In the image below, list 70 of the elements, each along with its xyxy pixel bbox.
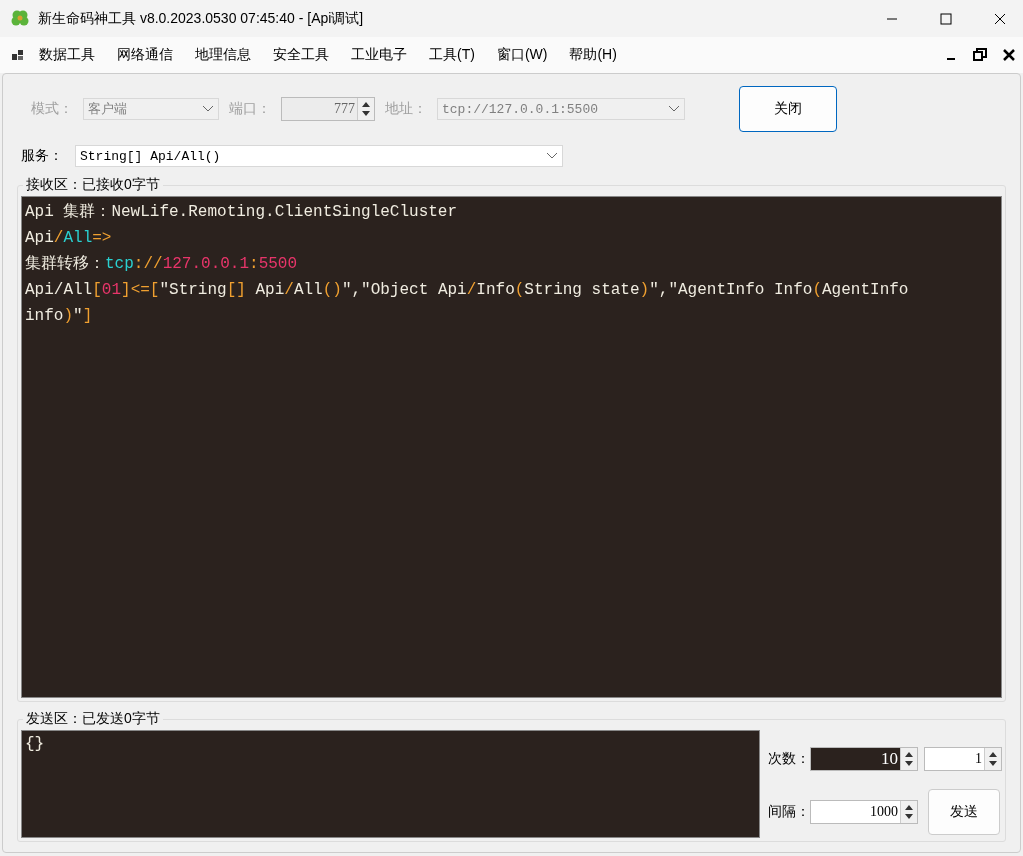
service-label: 服务： bbox=[21, 147, 63, 165]
menu-item[interactable]: 帮助(H) bbox=[558, 46, 628, 64]
log-text: : bbox=[249, 255, 259, 273]
spin-arrows-icon[interactable] bbox=[900, 801, 917, 823]
log-text: ) bbox=[639, 281, 650, 299]
log-text: ( bbox=[514, 281, 525, 299]
interval-label: 间隔： bbox=[768, 803, 810, 821]
log-text: Api bbox=[25, 229, 54, 247]
maximize-icon bbox=[940, 12, 952, 25]
spin-arrows-icon[interactable] bbox=[984, 748, 1001, 770]
count-step-spinbox[interactable]: 1 bbox=[924, 747, 1002, 771]
send-button[interactable]: 发送 bbox=[928, 789, 1000, 835]
receive-area-title: 接收区：已接收0字节 bbox=[25, 176, 161, 194]
log-text: String state bbox=[524, 281, 640, 299]
menu-item[interactable]: 窗口(W) bbox=[485, 46, 559, 64]
log-text: 01 bbox=[101, 281, 122, 299]
log-text: ] bbox=[82, 307, 93, 325]
spin-arrows-icon[interactable] bbox=[357, 98, 374, 120]
send-area-title: 发送区：已发送0字节 bbox=[25, 710, 161, 728]
mode-label: 模式： bbox=[31, 100, 73, 118]
restore-icon[interactable] bbox=[973, 48, 987, 62]
log-text: "String bbox=[159, 281, 227, 299]
log-text: / bbox=[284, 281, 294, 299]
log-text: info bbox=[25, 307, 64, 325]
log-text: ( bbox=[812, 281, 822, 299]
log-text: [ bbox=[92, 281, 102, 299]
address-label: 地址： bbox=[385, 100, 427, 118]
log-text: tcp bbox=[105, 255, 134, 273]
log-text: Api 集群：NewLife.Remoting.ClientSingleCluster bbox=[25, 203, 458, 221]
log-text: [] bbox=[226, 281, 246, 299]
log-text: Info bbox=[476, 281, 515, 299]
close-icon bbox=[994, 12, 1006, 25]
log-text: 集群转移： bbox=[25, 255, 105, 273]
log-text: 127.0.0.1 bbox=[162, 255, 250, 273]
log-text: "Object Api bbox=[361, 281, 467, 299]
log-text: AgentInfo bbox=[822, 281, 909, 299]
menu-item[interactable]: 工业电子 bbox=[340, 46, 418, 64]
log-text: :// bbox=[133, 255, 163, 273]
log-text: () bbox=[322, 281, 342, 299]
log-text: ", bbox=[649, 281, 669, 299]
log-text: ", bbox=[341, 281, 362, 299]
log-text: Api/All bbox=[25, 281, 93, 299]
log-text: / bbox=[53, 229, 64, 247]
log-text: ) bbox=[63, 307, 73, 325]
dropdown-caret-icon[interactable] bbox=[668, 105, 680, 113]
log-text: ]<=[ bbox=[121, 281, 160, 299]
log-text: " bbox=[73, 307, 83, 325]
close-icon[interactable] bbox=[1003, 49, 1015, 61]
log-text: 5500 bbox=[258, 255, 298, 273]
log-text: / bbox=[466, 281, 477, 299]
menu-item[interactable]: 地理信息 bbox=[184, 46, 262, 64]
port-label: 端口： bbox=[229, 100, 271, 118]
interval-spinbox[interactable]: 1000 bbox=[810, 800, 918, 824]
log-text: All bbox=[63, 229, 93, 247]
service-dropdown[interactable]: String[] Api/All() bbox=[75, 145, 563, 167]
log-text: "AgentInfo Info bbox=[668, 281, 813, 299]
count-spinbox[interactable]: 10 bbox=[810, 747, 918, 771]
count-label: 次数： bbox=[768, 750, 810, 768]
menu-item[interactable]: 数据工具 bbox=[28, 46, 106, 64]
log-text: Api bbox=[254, 281, 285, 299]
log-text: => bbox=[92, 229, 112, 247]
spin-arrows-icon[interactable] bbox=[900, 748, 917, 770]
menu-item[interactable]: 安全工具 bbox=[262, 46, 340, 64]
dropdown-caret-icon[interactable] bbox=[546, 152, 558, 160]
send-input[interactable]: {} bbox=[21, 730, 760, 838]
log-text: All bbox=[293, 281, 323, 299]
window-title: 新生命码神工具 v8.0.2023.0530 07:45:40 - [Api调试] bbox=[38, 9, 365, 28]
app-icon[interactable] bbox=[12, 49, 24, 61]
menu-item[interactable]: 网络通信 bbox=[106, 46, 184, 64]
menu-item[interactable]: 工具(T) bbox=[418, 46, 486, 64]
